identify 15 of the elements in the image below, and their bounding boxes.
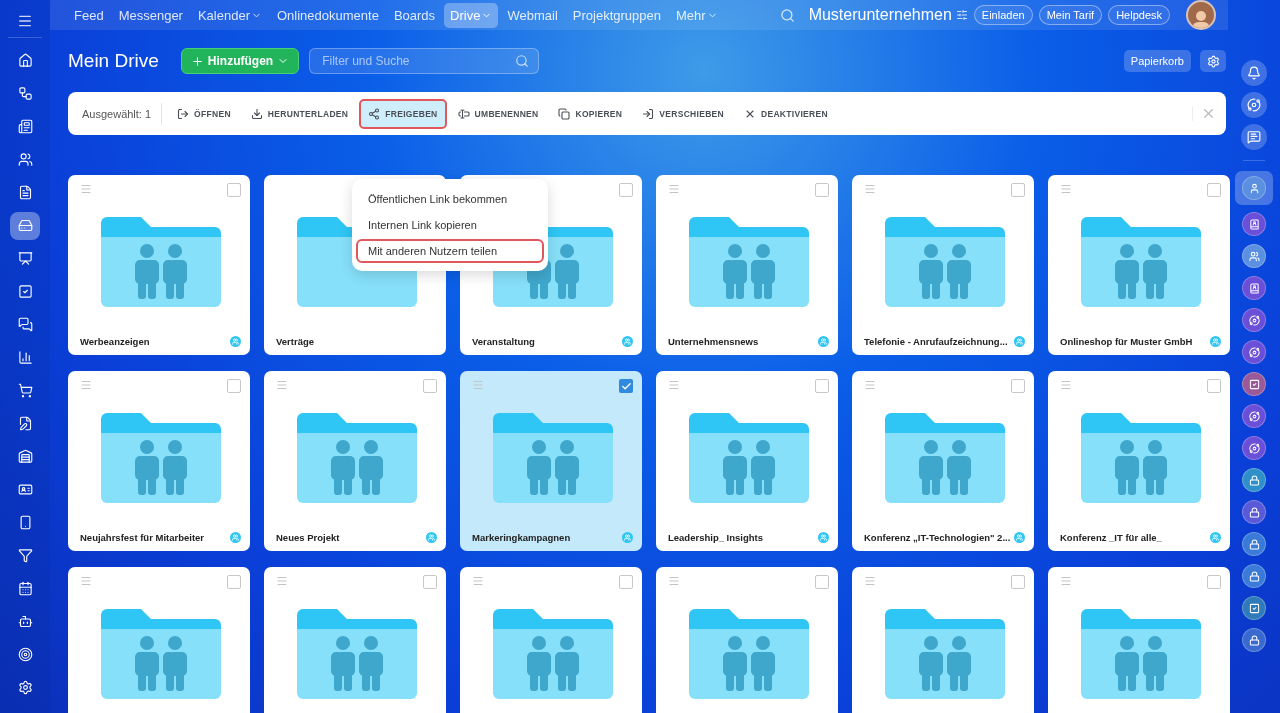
folder-name: Neujahrsfest für Mitarbeiter [80,532,205,543]
folder-name: Telefonie - Anrufaufzeichnung... [864,336,1008,347]
folder-name: Unternehmensnews [668,336,759,347]
folder-name: Markeringkampagnen [472,532,571,543]
selection-count: Ausgewählt: 1 [82,102,163,125]
folder-name: Veranstaltung [472,336,535,347]
page-title: Mein Drive [68,50,159,72]
folder-name: Neues Projekt [276,532,340,543]
company-name: Musterunternehmen [808,6,952,24]
folder-name: Onlineshop für Muster GmbH [1060,336,1193,347]
folder-name: Leadership_ Insights [668,532,764,543]
folder-name: Werbeanzeigen [80,336,150,347]
folder-name: Konferenz _IT für alle_ [1060,532,1162,543]
folder-name: Verträge [276,336,315,347]
folder-name: Konferenz „IT-Technologien" 2... [864,532,1011,543]
